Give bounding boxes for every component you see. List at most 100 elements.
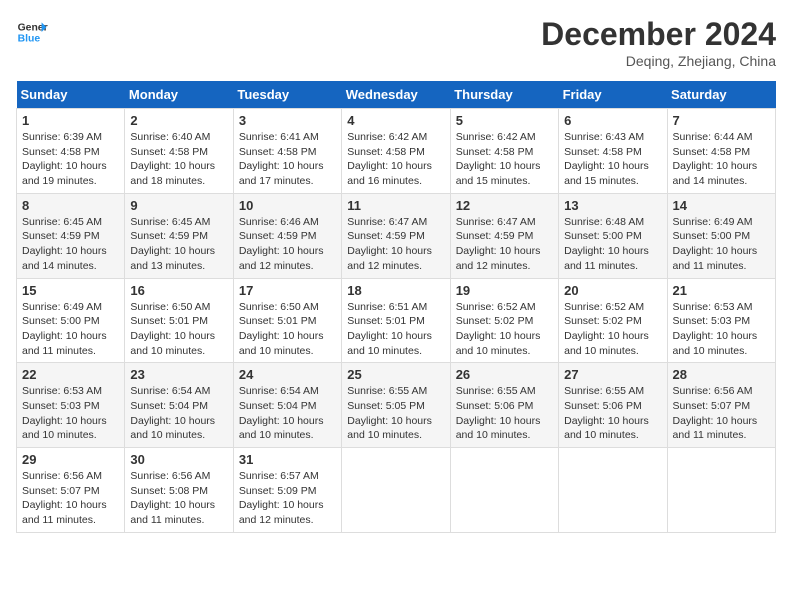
calendar-cell: 16Sunrise: 6:50 AM Sunset: 5:01 PM Dayli… [125,278,233,363]
day-info: Sunrise: 6:39 AM Sunset: 4:58 PM Dayligh… [22,130,119,189]
day-info: Sunrise: 6:55 AM Sunset: 5:06 PM Dayligh… [456,384,553,443]
weekday-header-thursday: Thursday [450,81,558,109]
calendar-cell: 31 Sunrise: 6:57 AM Sunset: 5:09 PM Dayli… [233,448,341,533]
day-info: Sunrise: 6:42 AM Sunset: 4:58 PM Dayligh… [456,130,553,189]
calendar-cell: 6 Sunrise: 6:43 AM Sunset: 4:58 PM Daylig… [559,109,667,194]
calendar-cell: 21Sunrise: 6:53 AM Sunset: 5:03 PM Dayli… [667,278,775,363]
title-block: December 2024 Deqing, Zhejiang, China [541,16,776,69]
day-number: 24 [239,367,336,382]
day-info: Sunrise: 6:54 AM Sunset: 5:04 PM Dayligh… [130,384,227,443]
day-info: Sunrise: 6:42 AM Sunset: 4:58 PM Dayligh… [347,130,444,189]
calendar-cell: 4 Sunrise: 6:42 AM Sunset: 4:58 PM Daylig… [342,109,450,194]
day-number: 20 [564,283,661,298]
calendar-week-2: 8 Sunrise: 6:45 AM Sunset: 4:59 PM Daylig… [17,193,776,278]
day-info: Sunrise: 6:55 AM Sunset: 5:05 PM Dayligh… [347,384,444,443]
day-info: Sunrise: 6:53 AM Sunset: 5:03 PM Dayligh… [673,300,770,359]
day-number: 10 [239,198,336,213]
day-info: Sunrise: 6:53 AM Sunset: 5:03 PM Dayligh… [22,384,119,443]
day-info: Sunrise: 6:51 AM Sunset: 5:01 PM Dayligh… [347,300,444,359]
location: Deqing, Zhejiang, China [541,53,776,69]
page-header: General Blue December 2024 Deqing, Zheji… [16,16,776,69]
calendar-cell: 24 Sunrise: 6:54 AM Sunset: 5:04 PM Dayli… [233,363,341,448]
day-info: Sunrise: 6:57 AM Sunset: 5:09 PM Dayligh… [239,469,336,528]
weekday-header-tuesday: Tuesday [233,81,341,109]
calendar-cell: 30 Sunrise: 6:56 AM Sunset: 5:08 PM Dayli… [125,448,233,533]
day-info: Sunrise: 6:45 AM Sunset: 4:59 PM Dayligh… [22,215,119,274]
day-number: 11 [347,198,444,213]
day-info: Sunrise: 6:48 AM Sunset: 5:00 PM Dayligh… [564,215,661,274]
calendar-cell: 18 Sunrise: 6:51 AM Sunset: 5:01 PM Dayli… [342,278,450,363]
day-info: Sunrise: 6:47 AM Sunset: 4:59 PM Dayligh… [456,215,553,274]
day-info: Sunrise: 6:46 AM Sunset: 4:59 PM Dayligh… [239,215,336,274]
day-number: 25 [347,367,444,382]
month-title: December 2024 [541,16,776,53]
day-info: Sunrise: 6:56 AM Sunset: 5:08 PM Dayligh… [130,469,227,528]
day-number: 18 [347,283,444,298]
weekday-header-saturday: Saturday [667,81,775,109]
calendar-cell: 28Sunrise: 6:56 AM Sunset: 5:07 PM Dayli… [667,363,775,448]
day-number: 3 [239,113,336,128]
day-info: Sunrise: 6:47 AM Sunset: 4:59 PM Dayligh… [347,215,444,274]
weekday-header-monday: Monday [125,81,233,109]
day-info: Sunrise: 6:45 AM Sunset: 4:59 PM Dayligh… [130,215,227,274]
calendar-cell: 5Sunrise: 6:42 AM Sunset: 4:58 PM Daylig… [450,109,558,194]
day-info: Sunrise: 6:43 AM Sunset: 4:58 PM Dayligh… [564,130,661,189]
calendar-cell: 19 Sunrise: 6:52 AM Sunset: 5:02 PM Dayli… [450,278,558,363]
calendar-cell [559,448,667,533]
day-info: Sunrise: 6:49 AM Sunset: 5:00 PM Dayligh… [22,300,119,359]
day-info: Sunrise: 6:49 AM Sunset: 5:00 PM Dayligh… [673,215,770,274]
day-number: 19 [456,283,553,298]
calendar-cell: 17Sunrise: 6:50 AM Sunset: 5:01 PM Dayli… [233,278,341,363]
calendar-cell [667,448,775,533]
day-info: Sunrise: 6:56 AM Sunset: 5:07 PM Dayligh… [22,469,119,528]
day-number: 14 [673,198,770,213]
day-info: Sunrise: 6:41 AM Sunset: 4:58 PM Dayligh… [239,130,336,189]
day-info: Sunrise: 6:54 AM Sunset: 5:04 PM Dayligh… [239,384,336,443]
day-number: 9 [130,198,227,213]
day-number: 12 [456,198,553,213]
day-number: 27 [564,367,661,382]
day-number: 4 [347,113,444,128]
calendar-cell: 9 Sunrise: 6:45 AM Sunset: 4:59 PM Daylig… [125,193,233,278]
day-number: 13 [564,198,661,213]
weekday-header-wednesday: Wednesday [342,81,450,109]
calendar-cell: 29 Sunrise: 6:56 AM Sunset: 5:07 PM Dayli… [17,448,125,533]
day-number: 23 [130,367,227,382]
calendar-week-3: 15 Sunrise: 6:49 AM Sunset: 5:00 PM Dayli… [17,278,776,363]
day-number: 30 [130,452,227,467]
weekday-header-sunday: Sunday [17,81,125,109]
day-number: 22 [22,367,119,382]
day-info: Sunrise: 6:52 AM Sunset: 5:02 PM Dayligh… [456,300,553,359]
logo: General Blue [16,16,48,48]
day-number: 2 [130,113,227,128]
calendar-cell: 3 Sunrise: 6:41 AM Sunset: 4:58 PM Daylig… [233,109,341,194]
calendar-cell: 8 Sunrise: 6:45 AM Sunset: 4:59 PM Daylig… [17,193,125,278]
day-number: 6 [564,113,661,128]
calendar-cell: 2 Sunrise: 6:40 AM Sunset: 4:58 PM Daylig… [125,109,233,194]
calendar-cell: 26Sunrise: 6:55 AM Sunset: 5:06 PM Dayli… [450,363,558,448]
weekday-header-friday: Friday [559,81,667,109]
calendar-body: 1Sunrise: 6:39 AM Sunset: 4:58 PM Daylig… [17,109,776,533]
day-number: 8 [22,198,119,213]
calendar-cell: 25 Sunrise: 6:55 AM Sunset: 5:05 PM Dayli… [342,363,450,448]
calendar-cell [450,448,558,533]
calendar-table: SundayMondayTuesdayWednesdayThursdayFrid… [16,81,776,533]
weekday-header-row: SundayMondayTuesdayWednesdayThursdayFrid… [17,81,776,109]
calendar-week-5: 29 Sunrise: 6:56 AM Sunset: 5:07 PM Dayli… [17,448,776,533]
day-number: 7 [673,113,770,128]
day-number: 29 [22,452,119,467]
calendar-cell: 20Sunrise: 6:52 AM Sunset: 5:02 PM Dayli… [559,278,667,363]
calendar-cell: 10 Sunrise: 6:46 AM Sunset: 4:59 PM Dayli… [233,193,341,278]
day-number: 31 [239,452,336,467]
day-number: 15 [22,283,119,298]
day-info: Sunrise: 6:40 AM Sunset: 4:58 PM Dayligh… [130,130,227,189]
calendar-cell: 13 Sunrise: 6:48 AM Sunset: 5:00 PM Dayli… [559,193,667,278]
day-info: Sunrise: 6:55 AM Sunset: 5:06 PM Dayligh… [564,384,661,443]
calendar-cell: 7Sunrise: 6:44 AM Sunset: 4:58 PM Daylig… [667,109,775,194]
calendar-cell: 1Sunrise: 6:39 AM Sunset: 4:58 PM Daylig… [17,109,125,194]
calendar-cell [342,448,450,533]
day-info: Sunrise: 6:56 AM Sunset: 5:07 PM Dayligh… [673,384,770,443]
day-info: Sunrise: 6:50 AM Sunset: 5:01 PM Dayligh… [130,300,227,359]
day-number: 17 [239,283,336,298]
calendar-week-4: 22 Sunrise: 6:53 AM Sunset: 5:03 PM Dayli… [17,363,776,448]
